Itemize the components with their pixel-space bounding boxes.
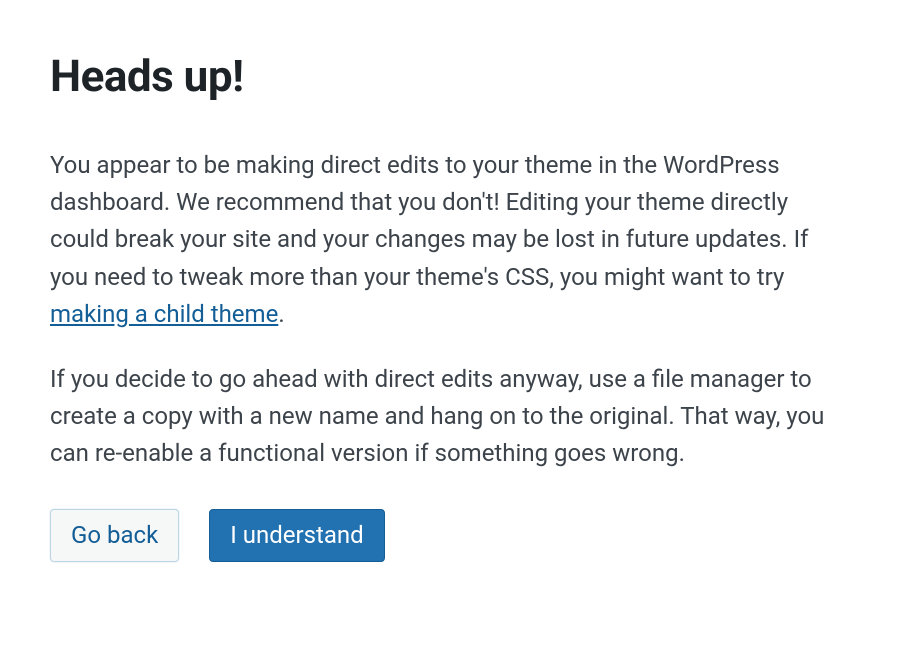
paragraph-text: You appear to be making direct edits to …	[50, 151, 808, 291]
child-theme-link[interactable]: making a child theme	[50, 300, 278, 328]
dialog-heading: Heads up!	[50, 50, 850, 102]
go-back-button[interactable]: Go back	[50, 509, 179, 562]
warning-paragraph-2: If you decide to go ahead with direct ed…	[50, 361, 850, 473]
warning-paragraph-1: You appear to be making direct edits to …	[50, 147, 850, 333]
button-row: Go back I understand	[50, 509, 850, 562]
warning-dialog: Heads up! You appear to be making direct…	[50, 50, 850, 562]
understand-button[interactable]: I understand	[209, 509, 384, 562]
paragraph-text-end: .	[278, 300, 284, 328]
